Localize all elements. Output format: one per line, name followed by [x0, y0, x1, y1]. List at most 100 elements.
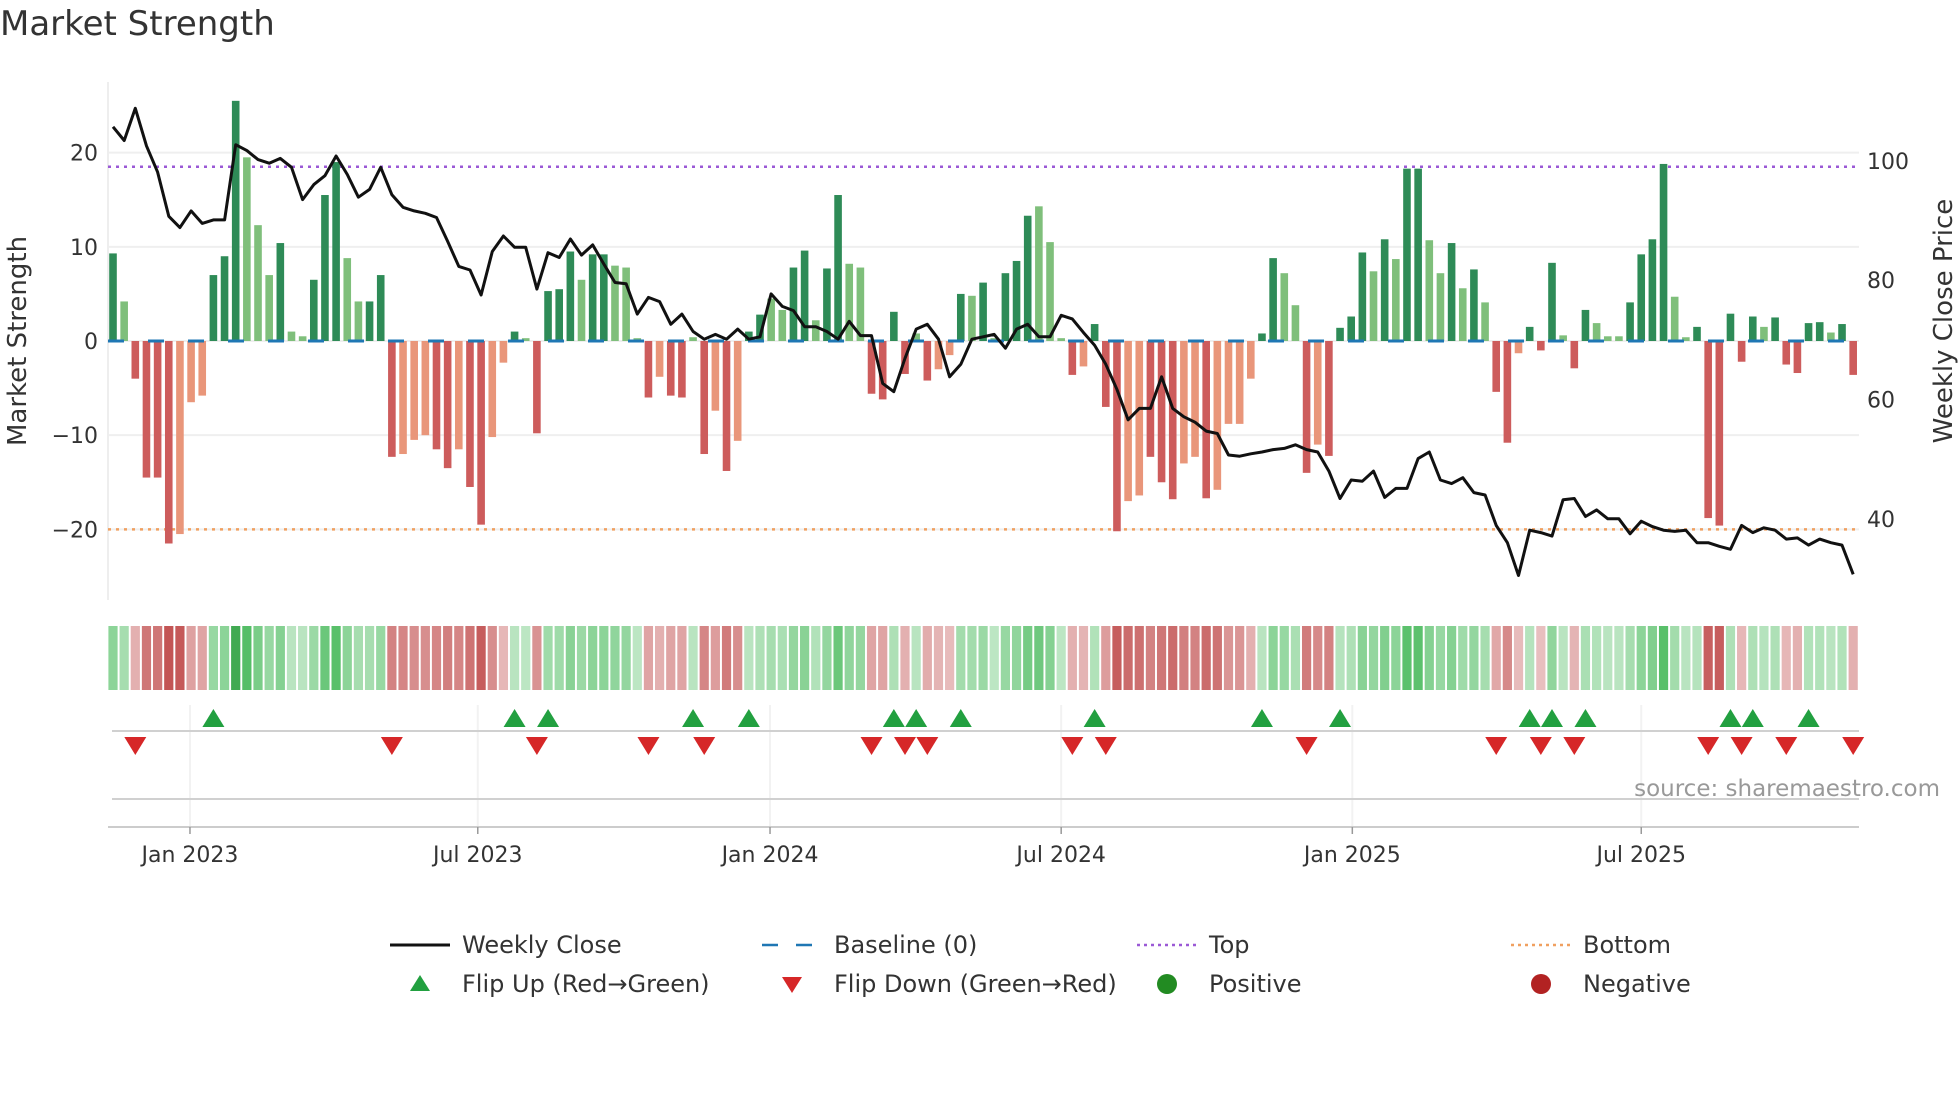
strength-bar: [1347, 316, 1356, 341]
flip-up-marker: [1719, 709, 1742, 727]
heat-strip-cell: [632, 626, 642, 690]
heat-strip-cell: [956, 626, 966, 690]
strength-bar: [1336, 327, 1344, 341]
legend-item: Positive: [1137, 967, 1302, 1001]
flip-up-marker: [202, 709, 225, 727]
flip-down-marker: [860, 737, 883, 755]
legend-dash-icon: [762, 928, 822, 962]
strength-bar: [388, 341, 396, 457]
heat-strip-cell: [643, 626, 654, 690]
strength-bar: [1191, 341, 1199, 457]
heat-strip-cell: [253, 626, 263, 690]
x-tick-label: Jan 2023: [140, 843, 239, 868]
strength-bar: [733, 341, 742, 441]
strength-bar: [923, 341, 932, 381]
flip-down-marker: [637, 737, 660, 755]
heat-strip-cell: [1469, 626, 1479, 690]
strength-bar: [410, 341, 418, 440]
strength-bar: [1615, 336, 1623, 341]
strength-bar: [1247, 341, 1255, 379]
strength-bar: [1369, 271, 1378, 341]
heat-strip-cell: [1223, 626, 1234, 690]
heat-strip-cell: [208, 626, 218, 690]
flip-up-marker: [1250, 709, 1273, 727]
flip-up-marker: [882, 709, 905, 727]
heat-strip-cell: [364, 626, 375, 690]
heat-strip-cell: [1491, 626, 1501, 690]
strength-bar: [321, 195, 329, 341]
strength-bar: [332, 162, 340, 341]
heat-strip-cell: [889, 626, 899, 690]
heat-strip-cell: [420, 626, 430, 690]
heat-strip-cell: [1101, 626, 1111, 690]
heat-strip-cell: [699, 626, 709, 690]
strength-bar: [142, 341, 151, 478]
heat-strip-cell: [275, 626, 285, 690]
strength-bar: [231, 100, 240, 341]
heat-strip-cell: [1134, 626, 1144, 690]
strength-bar: [1570, 341, 1579, 369]
strength-bar: [1514, 341, 1523, 354]
legend-item: Flip Down (Green→Red): [762, 967, 1117, 1001]
flip-down-marker: [916, 737, 939, 755]
y-tick-label: 10: [70, 236, 98, 261]
strength-bar: [187, 341, 195, 403]
heat-strip-cell: [822, 626, 832, 690]
strength-bar: [622, 267, 630, 341]
heat-strip-cell: [1647, 626, 1657, 690]
strength-bar: [1235, 341, 1244, 424]
strength-bar: [945, 341, 954, 356]
heat-strip-cell: [1435, 626, 1446, 690]
legend-item: Baseline (0): [762, 928, 977, 962]
legend-label: Weekly Close: [462, 931, 622, 959]
heat-strip-cell: [744, 626, 754, 690]
legend-tri-down-icon: [762, 967, 822, 1001]
strength-bar: [711, 341, 720, 411]
legend-label: Positive: [1209, 970, 1302, 998]
strength-bar: [1648, 239, 1657, 341]
strength-bar: [309, 279, 318, 341]
legend-label: Flip Up (Red→Green): [462, 970, 710, 998]
strength-bar: [1748, 316, 1757, 341]
x-tick-label: Jul 2023: [431, 843, 523, 868]
strength-bar: [689, 337, 697, 341]
heat-strip-cell: [431, 626, 442, 690]
heat-strip-cell: [1781, 626, 1791, 690]
strength-bar: [488, 341, 497, 438]
heat-strip-cell: [1000, 626, 1010, 690]
strength-bar: [120, 301, 128, 341]
heat-strip-cell: [509, 626, 520, 690]
y-tick-label: −10: [52, 424, 98, 449]
flip-up-marker: [1741, 709, 1764, 727]
flip-down-marker: [1697, 737, 1720, 755]
flip-up-marker: [537, 709, 560, 727]
flip-down-marker: [1485, 737, 1508, 755]
heat-strip-cell: [1357, 626, 1367, 690]
heat-strip-cell: [1558, 626, 1568, 690]
strength-bar: [1525, 326, 1534, 341]
strength-bar: [220, 256, 229, 341]
x-tick-label: Jul 2025: [1594, 843, 1686, 868]
heat-strip-cell: [1815, 626, 1825, 690]
heat-strip-cell: [800, 626, 810, 690]
heat-strip-cell: [1301, 626, 1312, 690]
strength-bar: [499, 341, 508, 363]
strength-bar: [1592, 323, 1601, 341]
flip-up-marker: [737, 709, 760, 727]
legend-item: Negative: [1511, 967, 1691, 1001]
heat-strip-cell: [1335, 626, 1345, 690]
heat-strip-cell: [130, 626, 140, 690]
y2-tick-label: 100: [1867, 150, 1909, 175]
strength-bar: [1180, 341, 1188, 464]
heat-strip-cell: [1513, 626, 1524, 690]
strength-bar: [265, 275, 273, 341]
heat-strip-cell: [855, 626, 865, 690]
strength-bar: [1414, 168, 1422, 341]
strength-bar: [1090, 324, 1099, 341]
heat-strip-cell: [811, 626, 821, 690]
strength-bar: [354, 301, 363, 341]
heat-strip-cell: [1658, 626, 1669, 690]
legend-tri-up-icon: [390, 967, 450, 1001]
heat-strip-cell: [476, 626, 486, 690]
strength-bar: [1436, 273, 1445, 341]
